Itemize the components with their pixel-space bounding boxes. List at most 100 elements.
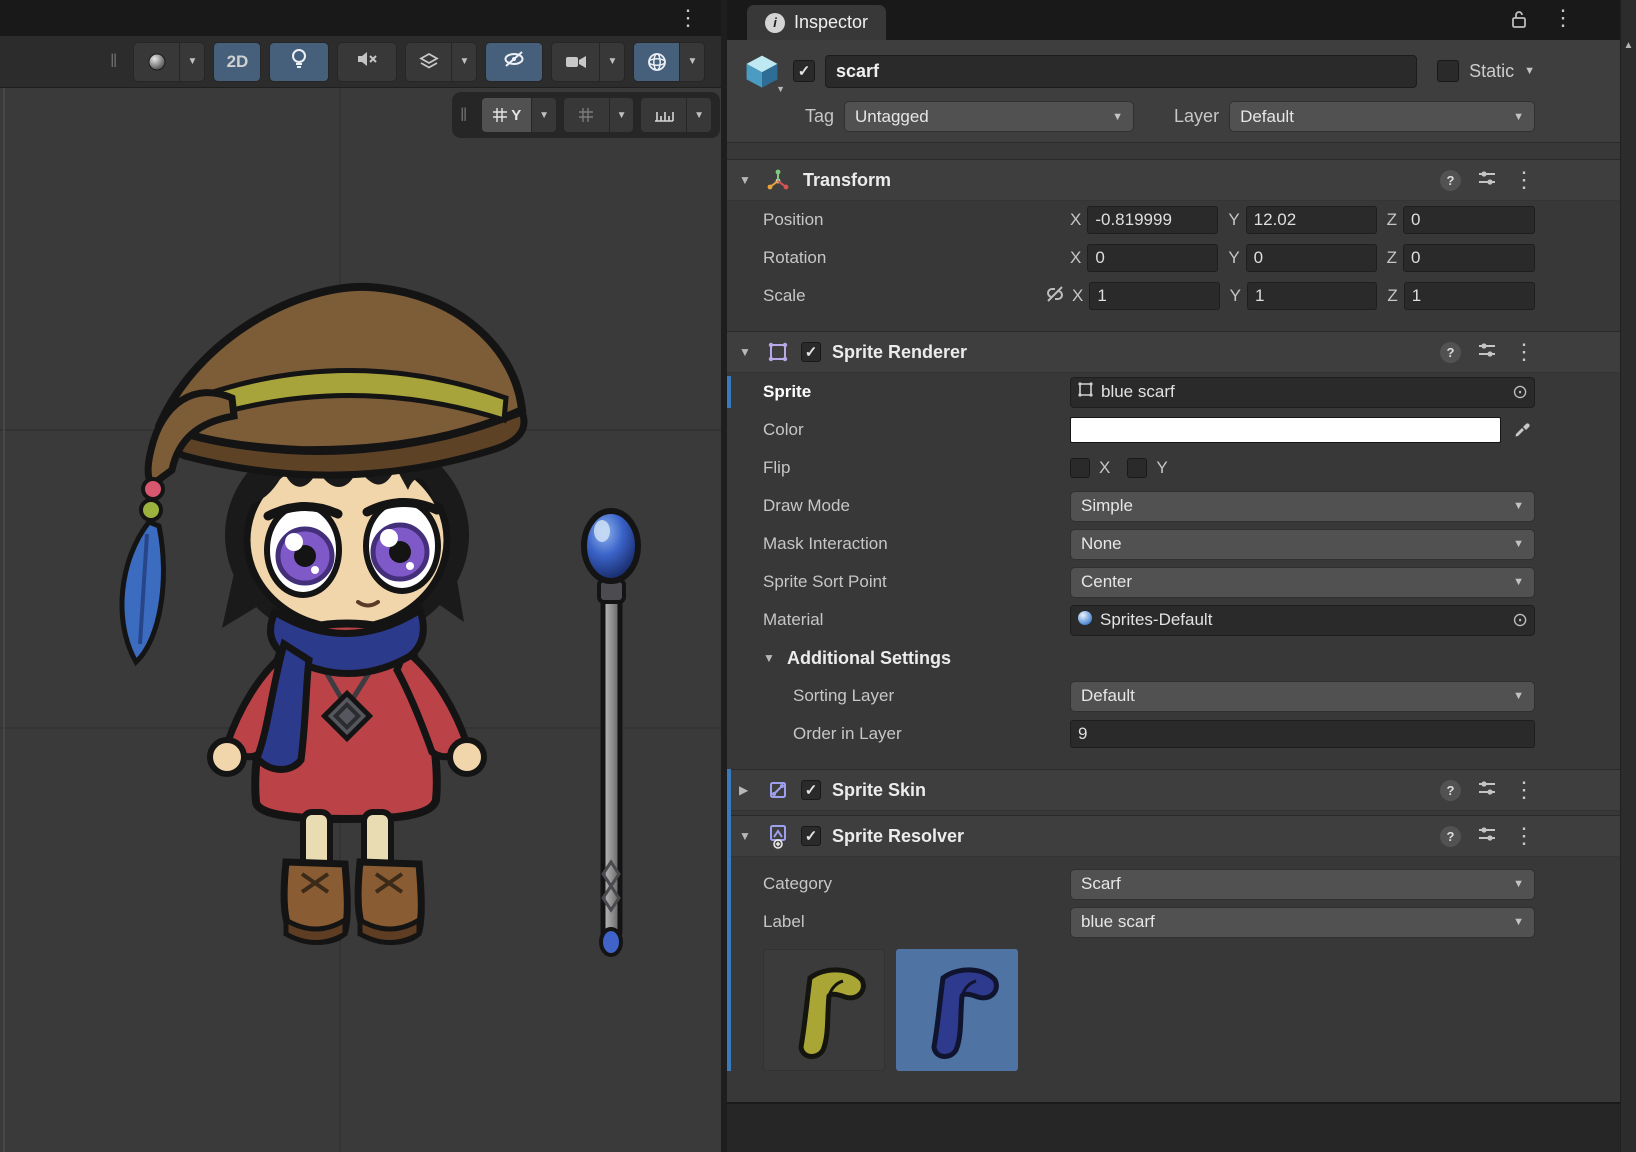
component-menu-icon[interactable]: ⋮ <box>1513 169 1535 191</box>
presets-icon[interactable] <box>1477 826 1497 847</box>
rotation-z-field[interactable] <box>1403 244 1535 272</box>
static-dropdown-arrow[interactable]: ▼ <box>1524 65 1535 77</box>
chevron-down-icon[interactable]: ▼ <box>600 43 624 81</box>
label-dropdown[interactable]: blue scarf ▼ <box>1070 907 1535 938</box>
chevron-down-icon[interactable]: ▼ <box>452 43 476 81</box>
scene-canvas[interactable] <box>0 0 721 1152</box>
presets-icon[interactable] <box>1477 170 1497 191</box>
help-icon[interactable]: ? <box>1440 826 1461 847</box>
rotation-label: Rotation <box>763 248 1070 268</box>
scale-link-icon[interactable] <box>1044 285 1066 308</box>
flip-y-checkbox[interactable] <box>1127 458 1147 478</box>
sprite-sort-point-dropdown[interactable]: Center ▼ <box>1070 567 1535 598</box>
grid-toolbar-drag-handle[interactable]: ‖ <box>460 105 469 126</box>
color-swatch[interactable] <box>1070 417 1501 443</box>
sprite-object-field[interactable]: blue scarf ⊙ <box>1070 377 1535 408</box>
gameobject-header: ▼ ✓ Static ▼ Tag Untagged ▼ Layer Defaul… <box>727 40 1620 143</box>
chevron-down-icon[interactable]: ▼ <box>180 43 204 81</box>
flip-row: Flip X Y <box>727 449 1620 487</box>
position-z-field[interactable] <box>1403 206 1535 234</box>
camera-icon <box>552 43 600 81</box>
chevron-down-icon[interactable]: ▼ <box>680 43 704 81</box>
gameobject-active-checkbox[interactable]: ✓ <box>793 60 815 82</box>
sprite-renderer-foldout[interactable]: ▼ <box>739 345 755 359</box>
presets-icon[interactable] <box>1477 780 1497 801</box>
sprite-skin-enabled-checkbox[interactable]: ✓ <box>801 780 821 800</box>
gizmos-button[interactable]: ▼ <box>633 42 705 82</box>
help-icon[interactable]: ? <box>1440 780 1461 801</box>
color-label: Color <box>763 420 1070 440</box>
help-icon[interactable]: ? <box>1440 342 1461 363</box>
grid-visibility-button[interactable]: ▼ <box>563 97 635 133</box>
sprite-resolver-enabled-checkbox[interactable]: ✓ <box>801 826 821 846</box>
hidden-objects-button[interactable] <box>485 42 543 82</box>
inspector-menu-icon[interactable]: ⋮ <box>1552 7 1574 29</box>
speaker-mute-icon <box>356 49 378 74</box>
scroll-up-icon[interactable]: ▲ <box>1621 0 1636 51</box>
component-menu-icon[interactable]: ⋮ <box>1513 779 1535 801</box>
lighting-toggle-button[interactable] <box>269 42 329 82</box>
sprite-sort-point-label: Sprite Sort Point <box>763 572 1070 592</box>
object-picker-icon[interactable]: ⊙ <box>1512 383 1528 402</box>
material-object-field[interactable]: Sprites-Default ⊙ <box>1070 605 1535 636</box>
rotation-y-field[interactable] <box>1246 244 1377 272</box>
chevron-down-icon[interactable]: ▼ <box>532 98 556 132</box>
chevron-down-icon[interactable]: ▼ <box>610 98 634 132</box>
rotation-x-field[interactable] <box>1087 244 1218 272</box>
grid-icon: Y <box>482 98 532 132</box>
blue-scarf-image <box>907 960 1007 1060</box>
sprite-renderer-enabled-checkbox[interactable]: ✓ <box>801 342 821 362</box>
additional-settings-label: Additional Settings <box>787 648 951 669</box>
sprite-resolver-foldout[interactable]: ▼ <box>739 829 755 843</box>
audio-mute-button[interactable] <box>337 42 397 82</box>
mask-interaction-dropdown[interactable]: None ▼ <box>1070 529 1535 560</box>
tab-inspector[interactable]: i Inspector <box>747 5 886 40</box>
sprite-skin-foldout[interactable]: ▶ <box>739 783 755 797</box>
tag-label: Tag <box>805 106 834 127</box>
globe-icon <box>634 43 680 81</box>
scale-y-field[interactable] <box>1247 282 1377 310</box>
transform-foldout[interactable]: ▼ <box>739 173 755 187</box>
shading-mode-button[interactable]: ▼ <box>133 42 205 82</box>
additional-settings-foldout[interactable]: ▼ <box>763 651 779 665</box>
inspector-scrollbar[interactable]: ▲ <box>1620 0 1636 1152</box>
grid-axis-button[interactable]: Y ▼ <box>481 97 557 133</box>
flip-label: Flip <box>763 458 1070 478</box>
scene-menu-icon[interactable]: ⋮ <box>677 7 699 29</box>
toolbar-drag-handle[interactable]: ‖ <box>110 51 119 72</box>
position-x-field[interactable] <box>1087 206 1218 234</box>
component-menu-icon[interactable]: ⋮ <box>1513 825 1535 847</box>
lock-icon[interactable] <box>1510 9 1528 34</box>
sorting-layer-dropdown[interactable]: Default ▼ <box>1070 681 1535 712</box>
layer-dropdown[interactable]: Default ▼ <box>1229 101 1535 132</box>
draw-mode-row: Draw Mode Simple ▼ <box>727 487 1620 525</box>
eyedropper-icon[interactable] <box>1509 419 1535 442</box>
thumbnail-yellow-scarf[interactable] <box>763 949 885 1071</box>
flip-x-checkbox[interactable] <box>1070 458 1090 478</box>
order-in-layer-field[interactable] <box>1070 720 1535 748</box>
position-y-field[interactable] <box>1246 206 1377 234</box>
object-picker-icon[interactable]: ⊙ <box>1512 611 1528 630</box>
thumbnail-blue-scarf[interactable] <box>896 949 1018 1071</box>
2d-toggle-button[interactable]: 2D <box>213 42 261 82</box>
material-sphere-icon <box>1077 610 1093 631</box>
sprite-skin-component: ▶ ✓ Sprite Skin ? ⋮ <box>727 769 1620 811</box>
camera-view-button[interactable]: ▼ <box>551 42 625 82</box>
draw-mode-dropdown[interactable]: Simple ▼ <box>1070 491 1535 522</box>
component-menu-icon[interactable]: ⋮ <box>1513 341 1535 363</box>
rotation-row: Rotation X Y Z <box>727 239 1620 277</box>
sorting-layer-label: Sorting Layer <box>763 686 1070 706</box>
category-dropdown[interactable]: Scarf ▼ <box>1070 869 1535 900</box>
chevron-down-icon[interactable]: ▼ <box>687 98 711 132</box>
effects-button[interactable]: ▼ <box>405 42 477 82</box>
scale-x-field[interactable] <box>1089 282 1219 310</box>
sprite-renderer-icon <box>764 338 792 366</box>
help-icon[interactable]: ? <box>1440 170 1461 191</box>
tag-dropdown[interactable]: Untagged ▼ <box>844 101 1134 132</box>
snap-increment-button[interactable]: ▼ <box>640 97 712 133</box>
scale-z-field[interactable] <box>1404 282 1535 310</box>
static-checkbox[interactable] <box>1437 60 1459 82</box>
gameobject-cube-icon[interactable]: ▼ <box>741 50 783 92</box>
presets-icon[interactable] <box>1477 342 1497 363</box>
gameobject-name-field[interactable] <box>825 55 1417 88</box>
